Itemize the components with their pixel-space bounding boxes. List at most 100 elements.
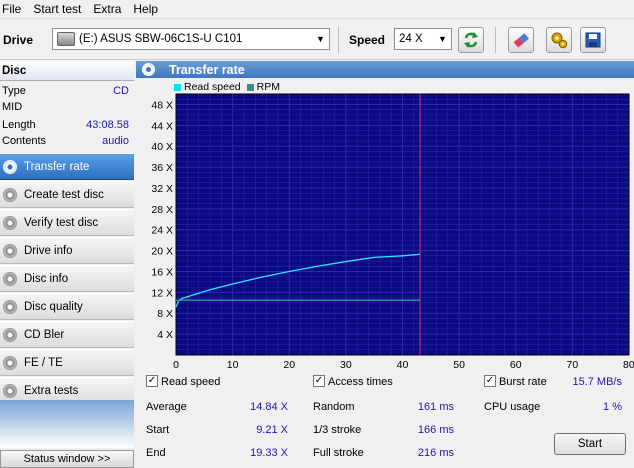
cpu-usage-value: 1 % xyxy=(603,401,622,413)
average-label: Average xyxy=(146,401,187,413)
nav-label: CD Bler xyxy=(24,328,65,341)
x-tick-label: 10 xyxy=(227,359,239,371)
nav-verify-test-disc[interactable]: Verify test disc xyxy=(0,209,134,236)
nav-fe-te[interactable]: FE / TE xyxy=(0,349,134,376)
end-value: 19.33 X xyxy=(250,447,288,459)
toolbar-divider xyxy=(495,27,496,53)
disc-icon xyxy=(3,299,17,314)
read-speed-checkbox[interactable]: ✓ xyxy=(146,375,158,387)
start-button[interactable]: Start xyxy=(554,433,626,455)
floppy-disk-icon xyxy=(585,32,601,48)
y-tick-label: 48 X xyxy=(151,99,173,111)
disc-icon xyxy=(3,243,17,258)
random-value: 161 ms xyxy=(417,401,454,413)
disc-icon xyxy=(3,187,17,202)
disc-row-mid: MID xyxy=(0,101,134,117)
speed-label: Speed xyxy=(349,33,386,47)
chevron-down-icon: ▼ xyxy=(438,34,447,44)
burst-rate-checkbox[interactable]: ✓ xyxy=(484,375,496,387)
speed-value: 24 X xyxy=(399,33,423,45)
y-tick-label: 20 X xyxy=(151,246,173,258)
menu-extra[interactable]: Extra xyxy=(93,2,127,16)
speed-select[interactable]: 24 X ▼ xyxy=(394,28,452,50)
full-stroke-value: 216 ms xyxy=(417,447,454,459)
nav-label: Create test disc xyxy=(24,188,104,201)
panel-title: Transfer rate xyxy=(169,62,245,77)
legend-swatch-rpm xyxy=(246,83,254,91)
nav-transfer-rate[interactable]: Transfer rate xyxy=(0,153,134,180)
disc-row-type: Type CD xyxy=(0,85,134,101)
disc-value: CD xyxy=(113,85,129,97)
disc-icon xyxy=(3,271,17,286)
main-panel: Transfer rate Read speed RPM 4 X8 X 12 X1… xyxy=(136,61,634,468)
start-value: 9.21 X xyxy=(256,424,288,436)
status-window-button[interactable]: Status window >> xyxy=(0,450,134,468)
disc-key: Length xyxy=(2,119,36,131)
nav-cd-bler[interactable]: CD Bler xyxy=(0,321,134,348)
average-value: 14.84 X xyxy=(250,401,288,413)
access-times-label: Access times xyxy=(328,376,393,388)
nav-label: Disc quality xyxy=(24,300,83,313)
drive-icon xyxy=(57,32,75,46)
menu-file[interactable]: File xyxy=(2,2,27,16)
full-stroke-label: Full stroke xyxy=(313,447,364,459)
disc-key: Type xyxy=(2,85,26,97)
drive-value: (E:) ASUS SBW-06C1S-U C101 xyxy=(79,33,243,45)
save-button[interactable] xyxy=(580,27,606,53)
toolbar: Drive (E:) ASUS SBW-06C1S-U C101 ▼ Speed… xyxy=(0,18,634,60)
disc-row-length: Length 43:08.58 xyxy=(0,119,134,135)
burst-rate-value: 15.7 MB/s xyxy=(572,376,622,388)
y-tick-label: 44 X xyxy=(151,120,173,132)
disc-icon xyxy=(3,215,17,230)
nav-label: Drive info xyxy=(24,244,73,257)
menu-bar: File Start test Extra Help xyxy=(0,0,634,17)
panel-header: Transfer rate xyxy=(136,61,634,78)
drive-select[interactable]: (E:) ASUS SBW-06C1S-U C101 ▼ xyxy=(52,28,330,50)
gears-icon xyxy=(551,32,568,49)
disc-value: audio xyxy=(102,135,129,147)
disc-key: MID xyxy=(2,101,23,113)
menu-start-test[interactable]: Start test xyxy=(33,2,87,16)
nav-label: Disc info xyxy=(24,272,69,285)
end-label: End xyxy=(146,447,166,459)
nav-disc-info[interactable]: Disc info xyxy=(0,265,134,292)
disc-icon xyxy=(3,159,17,174)
toolbar-divider xyxy=(338,27,339,53)
x-tick-label: 80 min xyxy=(623,359,634,371)
nav-label: Extra tests xyxy=(24,384,79,397)
access-times-checkbox[interactable]: ✓ xyxy=(313,375,325,387)
refresh-icon xyxy=(464,32,478,48)
read-speed-label: Read speed xyxy=(161,376,221,388)
x-tick-label: 0 xyxy=(173,359,179,371)
y-tick-label: 40 X xyxy=(151,141,173,153)
cpu-usage-label: CPU usage xyxy=(484,401,541,413)
y-tick-label: 4 X xyxy=(157,329,173,341)
disc-key: Contents xyxy=(2,135,47,147)
y-tick-label: 8 X xyxy=(157,308,173,320)
options-button[interactable] xyxy=(546,27,572,53)
left-panel: Disc Type CD MID Length 43:08.58 Content… xyxy=(0,61,134,468)
nav-label: Verify test disc xyxy=(24,216,99,229)
disc-row-contents: Contents audio xyxy=(0,135,134,151)
nav-background xyxy=(0,400,134,448)
x-tick-label: 50 xyxy=(453,359,465,371)
x-tick-label: 20 xyxy=(283,359,295,371)
start-label: Start xyxy=(146,424,170,436)
random-label: Random xyxy=(313,401,355,413)
x-tick-label: 40 xyxy=(397,359,409,371)
nav-disc-quality[interactable]: Disc quality xyxy=(0,293,134,320)
chevron-down-icon: ▼ xyxy=(316,34,325,44)
disc-icon xyxy=(3,383,17,398)
refresh-button[interactable] xyxy=(458,27,484,53)
nav-create-test-disc[interactable]: Create test disc xyxy=(0,181,134,208)
nav-label: Transfer rate xyxy=(24,160,90,173)
drive-label: Drive xyxy=(3,33,34,47)
burst-rate-label: Burst rate xyxy=(499,376,547,388)
disc-icon xyxy=(3,327,17,342)
erase-button[interactable] xyxy=(508,27,534,53)
menu-help[interactable]: Help xyxy=(133,2,164,16)
x-tick-label: 60 xyxy=(510,359,522,371)
y-tick-label: 32 X xyxy=(151,183,173,195)
nav-drive-info[interactable]: Drive info xyxy=(0,237,134,264)
y-tick-label: 16 X xyxy=(151,266,173,278)
